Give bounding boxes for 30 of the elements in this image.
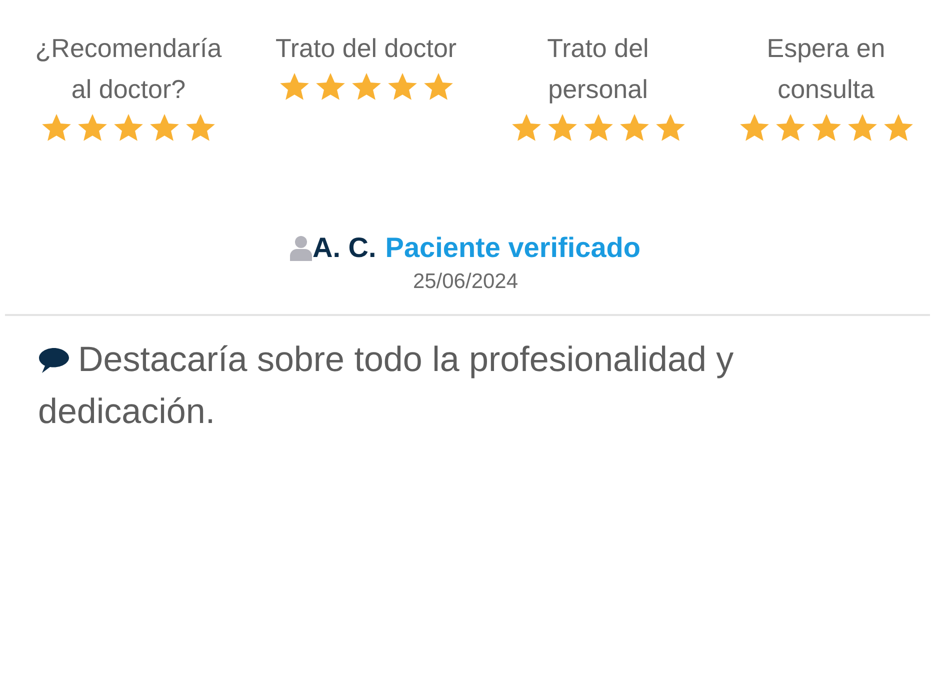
- star-icon: [112, 112, 145, 144]
- star-icon: [76, 112, 109, 144]
- star-icon: [510, 112, 542, 144]
- author-name: A. C.: [312, 232, 376, 264]
- review-date: 25/06/2024: [412, 270, 520, 294]
- star-icon: [582, 112, 614, 144]
- star-icon: [618, 112, 650, 144]
- rating-label: Trato del doctor: [274, 32, 458, 65]
- star-icon: [774, 112, 806, 144]
- star-icon: [882, 112, 914, 144]
- star-icon: [810, 112, 842, 144]
- rating-label: Trato del personal: [546, 32, 650, 106]
- star-icon: [654, 112, 686, 144]
- star-icon: [738, 112, 770, 144]
- star-icon: [386, 71, 418, 103]
- rating-label: Espera en consulta: [766, 32, 886, 106]
- star-icon: [422, 71, 454, 103]
- speech-bubble-icon: [38, 346, 70, 374]
- rating-label: ¿Recomendaría al doctor?: [34, 32, 223, 106]
- star-icon: [148, 112, 181, 144]
- review-comment: Destacaría sobre todo la profesionalidad y dedicación.: [38, 339, 735, 433]
- star-icon: [846, 112, 878, 144]
- star-icon: [278, 71, 310, 103]
- star-icon: [546, 112, 578, 144]
- star-icon: [350, 71, 382, 103]
- verified-label: Paciente verificado: [385, 232, 640, 264]
- star-icon: [40, 112, 73, 144]
- star-icon: [184, 112, 217, 144]
- star-icon: [314, 71, 346, 103]
- user-icon: [290, 235, 312, 261]
